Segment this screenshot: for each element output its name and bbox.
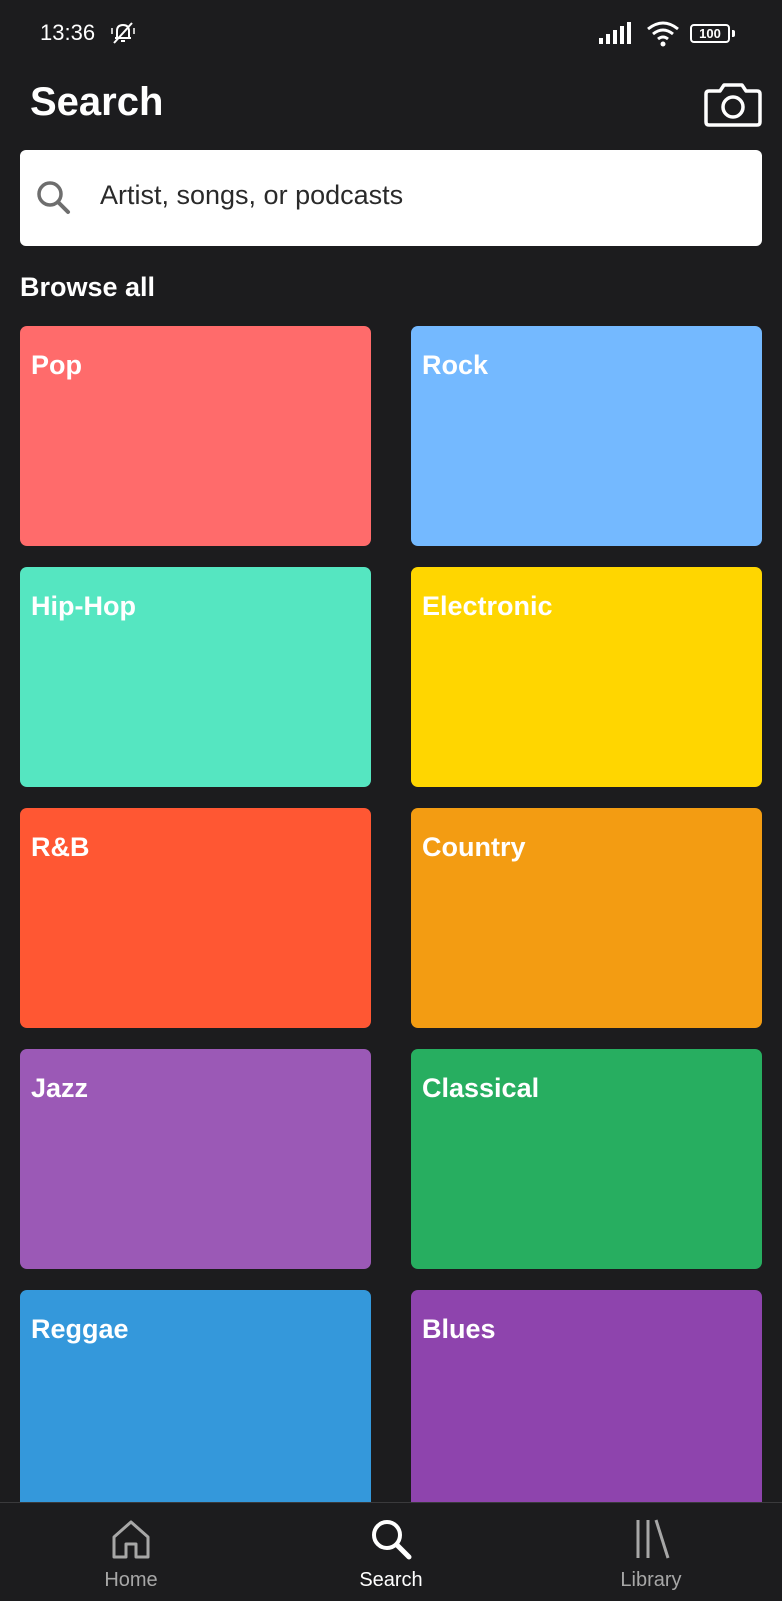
page-title: Search [30,80,164,124]
category-tile-rnb[interactable]: R&B [20,808,371,1028]
category-label: Blues [422,1314,496,1344]
category-tile-country[interactable]: Country [411,808,762,1028]
category-label: Electronic [422,591,553,621]
category-label: Rock [422,350,489,380]
nav-library-label: Library [620,1569,682,1591]
library-icon [636,1519,670,1559]
category-label: R&B [31,832,90,862]
signal-icon [599,22,631,44]
category-tile-classical[interactable]: Classical [411,1049,762,1269]
category-tile-rock[interactable]: Rock [411,326,762,546]
nav-home[interactable]: Home [31,1503,231,1601]
status-bar: 13:36 100 [0,0,782,64]
category-tile-pop[interactable]: Pop [20,326,371,546]
search-input[interactable]: Artist, songs, or podcasts [20,150,762,246]
bell-off-icon [111,22,135,44]
bottom-nav: Home Search Library [0,1502,782,1600]
category-label: Reggae [31,1314,129,1344]
category-grid: Pop Rock Hip-Hop Electronic R&B Country … [20,326,762,1502]
category-tile-electronic[interactable]: Electronic [411,567,762,787]
nav-search-label: Search [359,1569,423,1591]
category-label: Pop [31,350,82,380]
search-icon [37,181,70,214]
battery-icon: 100 [690,24,730,43]
home-icon [112,1520,150,1559]
nav-library[interactable]: Library [551,1503,751,1601]
nav-search[interactable]: Search [291,1503,491,1601]
search-placeholder: Artist, songs, or podcasts [100,180,404,210]
wifi-icon [647,21,679,47]
category-tile-reggae[interactable]: Reggae [20,1290,371,1502]
category-label: Country [422,832,526,862]
category-tile-hip-hop[interactable]: Hip-Hop [20,567,371,787]
category-label: Jazz [31,1073,89,1103]
category-tile-jazz[interactable]: Jazz [20,1049,371,1269]
category-tile-blues[interactable]: Blues [411,1290,762,1502]
battery-tip [732,30,735,37]
status-time: 13:36 [40,20,96,45]
nav-home-label: Home [104,1569,158,1591]
category-label: Hip-Hop [31,591,136,621]
search-icon [372,1520,412,1560]
category-label: Classical [422,1073,540,1103]
camera-icon[interactable] [702,82,764,128]
browse-heading: Browse all [20,272,156,302]
